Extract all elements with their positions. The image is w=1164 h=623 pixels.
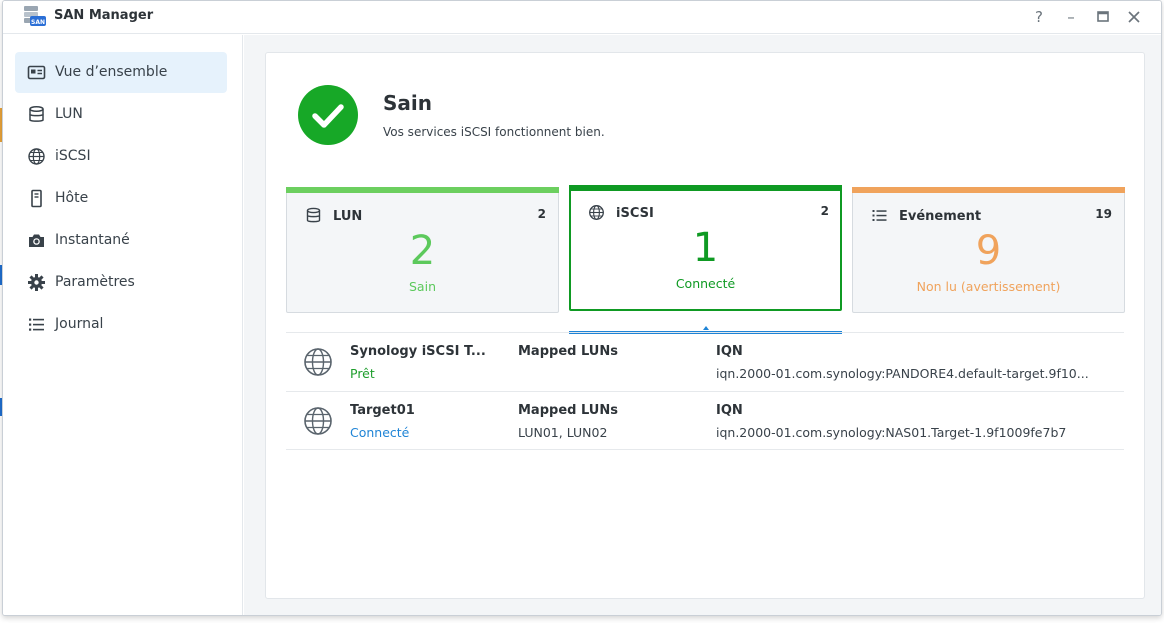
- sidebar-item-settings[interactable]: Paramètres: [15, 262, 227, 303]
- sidebar-item-label: LUN: [55, 106, 83, 122]
- iqn-header: IQN: [716, 344, 743, 359]
- card-status-text: Non lu (avertissement): [916, 279, 1061, 294]
- target-name: Synology iSCSI T...: [350, 344, 486, 359]
- sidebar-item-label: Instantané: [55, 232, 130, 248]
- card-big-number: 2: [409, 228, 436, 274]
- iqn-value: iqn.2000-01.com.synology:NAS01.Target-1.…: [716, 425, 1067, 440]
- sidebar-item-host[interactable]: Hôte: [15, 178, 227, 219]
- camera-icon: [29, 234, 44, 247]
- close-icon: [1128, 11, 1140, 23]
- selected-card-arrow: [703, 326, 709, 330]
- check-circle-icon: [298, 85, 358, 145]
- lun-summary-card[interactable]: LUN 2 2 Sain: [286, 187, 559, 313]
- close-button[interactable]: [1124, 7, 1144, 27]
- card-status-text: Sain: [409, 279, 436, 294]
- card-status-text: Connecté: [675, 276, 736, 291]
- sidebar-item-label: Paramètres: [55, 274, 135, 290]
- mapped-luns-header: Mapped LUNs: [518, 403, 618, 418]
- card-count: 2: [537, 207, 546, 221]
- sidebar-item-label: Vue d’ensemble: [55, 64, 168, 80]
- globe-icon: [28, 148, 45, 165]
- san-manager-window: SAN SAN Manager ? – Vue d’ensemble LUN i…: [2, 0, 1162, 616]
- overview-icon: [27, 65, 46, 80]
- globe-icon: [304, 348, 332, 376]
- card-count: 2: [820, 204, 829, 218]
- gear-icon: [28, 274, 45, 291]
- card-status-bar: [286, 187, 559, 193]
- list-item[interactable]: Synology iSCSI T... Prêt Mapped LUNs IQN…: [286, 332, 1124, 391]
- iscsi-summary-card[interactable]: iSCSI 2 1 Connecté: [569, 185, 842, 311]
- sidebar-item-snapshot[interactable]: Instantané: [15, 220, 227, 261]
- card-count: 19: [1095, 207, 1112, 221]
- title-bar: SAN SAN Manager ? –: [3, 1, 1161, 34]
- sidebar-item-log[interactable]: Journal: [15, 304, 227, 345]
- card-big-number: 9: [975, 228, 1002, 274]
- list-item[interactable]: Target01 Connecté Mapped LUNs LUN01, LUN…: [286, 391, 1124, 450]
- mapped-luns-value: LUN01, LUN02: [518, 425, 608, 440]
- iqn-header: IQN: [716, 403, 743, 418]
- target-status: Connecté: [350, 425, 410, 440]
- list-icon: [872, 210, 887, 221]
- database-icon: [29, 105, 44, 122]
- san-manager-app-icon: SAN: [24, 6, 46, 26]
- card-title: iSCSI: [616, 206, 654, 221]
- card-status-bar: [852, 187, 1125, 193]
- card-title: Evénement: [899, 209, 982, 224]
- main-content: Sain Vos services iSCSI fonctionnent bie…: [244, 35, 1161, 615]
- sidebar-item-overview[interactable]: Vue d’ensemble: [15, 52, 227, 93]
- health-status-description: Vos services iSCSI fonctionnent bien.: [383, 125, 605, 139]
- iqn-value: iqn.2000-01.com.synology:PANDORE4.defaul…: [716, 366, 1089, 381]
- sidebar-item-lun[interactable]: LUN: [15, 94, 227, 135]
- target-name: Target01: [350, 403, 415, 418]
- mapped-luns-header: Mapped LUNs: [518, 344, 618, 359]
- list-icon: [29, 318, 44, 331]
- overview-panel: Sain Vos services iSCSI fonctionnent bie…: [265, 52, 1145, 599]
- host-icon: [31, 189, 42, 208]
- events-summary-card[interactable]: Evénement 19 9 Non lu (avertissement): [852, 187, 1125, 313]
- card-big-number: 1: [692, 225, 719, 271]
- card-status-bar: [569, 185, 842, 191]
- target-status: Prêt: [350, 366, 375, 381]
- sidebar-item-label: Hôte: [55, 190, 89, 206]
- globe-icon: [304, 407, 332, 435]
- minimize-button[interactable]: –: [1061, 7, 1081, 27]
- sidebar-item-label: Journal: [55, 316, 104, 332]
- help-button[interactable]: ?: [1029, 7, 1049, 27]
- health-status-title: Sain: [383, 91, 432, 115]
- card-title: LUN: [333, 209, 363, 224]
- globe-icon: [589, 205, 604, 220]
- sidebar-item-label: iSCSI: [55, 148, 91, 164]
- sidebar-item-iscsi[interactable]: iSCSI: [15, 136, 227, 177]
- database-icon: [306, 207, 321, 223]
- maximize-icon: [1097, 11, 1109, 22]
- maximize-button[interactable]: [1093, 7, 1113, 27]
- window-title: SAN Manager: [54, 8, 154, 23]
- sidebar: Vue d’ensemble LUN iSCSI Hôte Instantané…: [3, 35, 243, 615]
- svg-text:SAN: SAN: [31, 19, 45, 26]
